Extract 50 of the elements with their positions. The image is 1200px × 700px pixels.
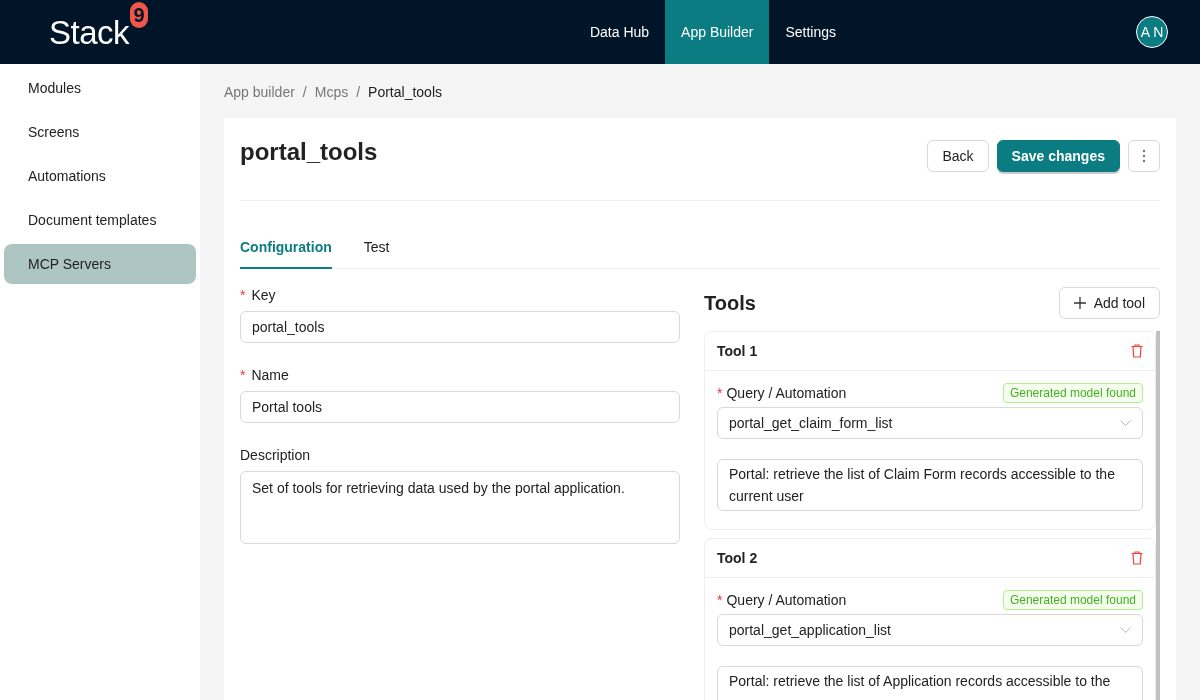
delete-icon[interactable]: [1131, 344, 1143, 358]
nav-tab[interactable]: App Builder: [665, 0, 770, 64]
add-tool-button[interactable]: Add tool: [1058, 287, 1160, 319]
more-icon: [1142, 149, 1146, 163]
field-label: Description: [240, 447, 311, 463]
sidebar-item[interactable]: Modules: [4, 68, 196, 108]
field-label: Name: [251, 367, 289, 383]
logo-text: Stack: [49, 14, 130, 52]
description-field[interactable]: Portal: retrieve the list of Application records accessible to the: [717, 666, 1143, 700]
page-title: portal_tools: [240, 138, 378, 166]
nav-tab[interactable]: Data Hub: [573, 0, 666, 64]
tab[interactable]: Configuration: [240, 231, 332, 269]
required-mark: *: [717, 385, 723, 401]
sidebar-item[interactable]: Screens: [4, 112, 196, 152]
text-field[interactable]: portal_tools: [240, 311, 680, 343]
breadcrumb-separator: /: [356, 84, 361, 100]
save-button[interactable]: Save changes: [996, 140, 1120, 172]
sidebar-item[interactable]: Document templates: [4, 200, 196, 240]
delete-icon[interactable]: [1131, 551, 1143, 565]
query-select[interactable]: portal_get_application_list: [717, 614, 1143, 646]
section-title: Tools: [704, 291, 756, 315]
plus-icon: [1073, 297, 1086, 309]
query-select[interactable]: portal_get_claim_form_list: [717, 407, 1143, 439]
logo-mark: 9: [130, 2, 149, 28]
back-button[interactable]: Back: [927, 140, 989, 172]
tool-title: Tool 1: [717, 343, 758, 359]
text-field[interactable]: Portal tools: [240, 391, 680, 423]
user-avatar[interactable]: A N: [1136, 16, 1168, 48]
breadcrumb-current: Portal_tools: [368, 84, 442, 100]
nav-tab[interactable]: Settings: [769, 0, 853, 64]
field-label: Key: [251, 287, 276, 303]
status-tag: Generated model found: [1002, 590, 1143, 610]
chevron-down-icon: [1120, 626, 1131, 634]
scrollbar[interactable]: [1156, 331, 1160, 700]
field-label: Query / Automation: [726, 385, 847, 401]
breadcrumb-link[interactable]: App builder: [224, 84, 295, 100]
description-field[interactable]: Set of tools for retrieving data used by the portal application.: [240, 471, 680, 544]
required-mark: *: [240, 367, 246, 383]
status-tag: Generated model found: [1002, 383, 1143, 403]
breadcrumb-separator: /: [302, 84, 307, 100]
sidebar-item[interactable]: MCP Servers: [4, 244, 196, 284]
breadcrumb-link[interactable]: Mcps: [314, 84, 349, 100]
required-mark: *: [240, 287, 246, 303]
sidebar-item[interactable]: Automations: [4, 156, 196, 196]
field-label: Query / Automation: [726, 592, 847, 608]
tool-title: Tool 2: [717, 550, 758, 566]
chevron-down-icon: [1120, 419, 1131, 427]
required-mark: *: [717, 592, 723, 608]
tab[interactable]: Test: [363, 231, 390, 269]
description-field[interactable]: Portal: retrieve the list of Claim Form records accessible to the current user: [717, 459, 1143, 511]
